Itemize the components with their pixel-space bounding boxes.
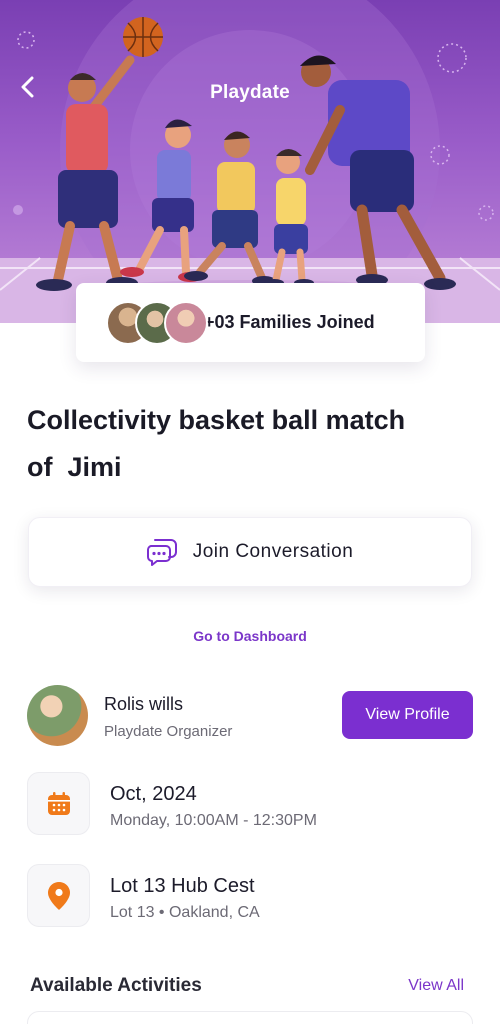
organizer-avatar [27,685,88,746]
join-conversation-label: Join Conversation [192,541,354,562]
location-icon-box [27,864,90,927]
view-all-link[interactable]: View All [408,977,464,995]
families-joined-card[interactable]: +03 Families Joined [76,283,425,362]
location-pin-icon [47,881,70,910]
chat-bubbles-icon [146,539,177,566]
date-title: Oct, 2024 [110,783,197,805]
calendar-icon [47,791,70,815]
organizer-name: Rolis wills [104,694,184,714]
calendar-icon-box [27,772,90,835]
event-title: Collectivity basket ball match of Jimi [27,397,467,491]
view-profile-button[interactable]: View Profile [342,691,473,739]
location-title: Lot 13 Hub Cest [110,875,255,897]
hero-banner: Playdate [0,0,500,323]
date-time: Monday, 10:00AM - 12:30PM [110,812,317,829]
activity-card[interactable] [27,1011,473,1024]
families-joined-label: +03 Families Joined [204,312,375,332]
basketball-illustration [0,0,500,323]
family-avatar [164,300,208,345]
event-title-line-2: of Jimi [27,452,122,482]
join-conversation-button[interactable]: Join Conversation [28,517,472,587]
page-title: Playdate [210,82,290,103]
family-avatars [106,300,208,345]
organizer-role: Playdate Organizer [104,723,233,740]
location-address: Lot 13 • Oakland, CA [110,904,260,921]
go-to-dashboard-link[interactable]: Go to Dashboard [0,628,500,644]
available-activities-heading: Available Activities [30,975,202,996]
event-title-line-1: Collectivity basket ball match [27,405,406,435]
